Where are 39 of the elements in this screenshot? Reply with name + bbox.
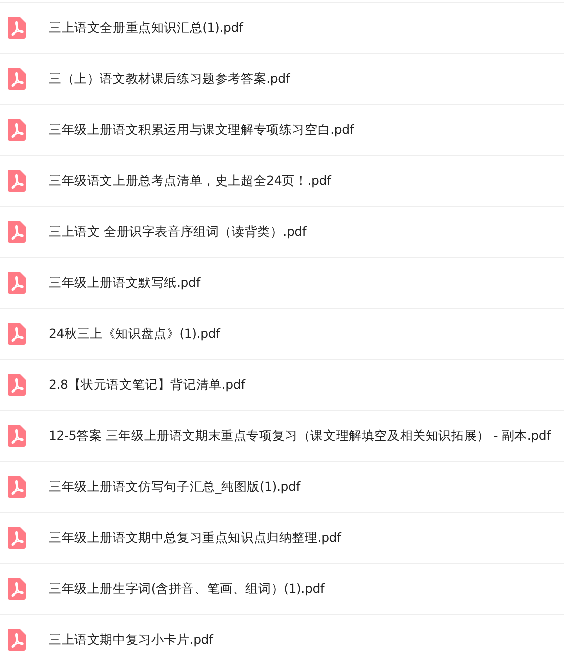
file-name: 12-5答案 三年级上册语文期末重点专项复习（课文理解填空及相关知识拓展） - 副本.pdf xyxy=(49,428,551,444)
file-name: 三上语文期中复习小卡片.pdf xyxy=(49,632,214,648)
file-row[interactable]: 三上语文 全册识字表音序组词（读背类）.pdf xyxy=(0,206,564,257)
file-row[interactable]: 三年级上册生字词(含拼音、笔画、组词）(1).pdf xyxy=(0,563,564,614)
file-row[interactable]: 24秋三上《知识盘点》(1).pdf xyxy=(0,308,564,359)
file-row[interactable]: 三年级语文上册总考点清单，史上超全24页！.pdf xyxy=(0,155,564,206)
file-row[interactable]: 三年级上册语文积累运用与课文理解专项练习空白.pdf xyxy=(0,104,564,155)
pdf-file-icon xyxy=(8,119,26,141)
file-row[interactable]: 三上语文全册重点知识汇总(1).pdf xyxy=(0,2,564,53)
pdf-file-icon xyxy=(8,17,26,39)
pdf-file-icon xyxy=(8,425,26,447)
file-name: 2.8【状元语文笔记】背记清单.pdf xyxy=(49,376,246,394)
pdf-file-icon xyxy=(8,323,26,345)
pdf-file-icon xyxy=(8,170,26,192)
file-name: 三年级上册生字词(含拼音、笔画、组词）(1).pdf xyxy=(49,580,325,598)
file-name: 三年级上册语文默写纸.pdf xyxy=(49,274,200,292)
file-row[interactable]: 三（上）语文教材课后练习题参考答案.pdf xyxy=(0,53,564,104)
file-name: 三年级上册语文积累运用与课文理解专项练习空白.pdf xyxy=(49,122,354,138)
pdf-file-icon xyxy=(8,374,26,396)
file-name: 三年级上册语文期中总复习重点知识点归纳整理.pdf xyxy=(49,530,342,546)
pdf-file-icon xyxy=(8,578,26,600)
file-name: 三（上）语文教材课后练习题参考答案.pdf xyxy=(49,70,290,88)
file-row[interactable]: 12-5答案 三年级上册语文期末重点专项复习（课文理解填空及相关知识拓展） - 副本.pdf xyxy=(0,410,564,461)
pdf-file-icon xyxy=(8,221,26,243)
pdf-file-icon xyxy=(8,476,26,498)
file-name: 三上语文全册重点知识汇总(1).pdf xyxy=(49,20,244,36)
file-name: 三年级语文上册总考点清单，史上超全24页！.pdf xyxy=(49,172,332,190)
file-name: 三年级上册语文仿写句子汇总_纯图版(1).pdf xyxy=(49,478,300,496)
pdf-file-icon xyxy=(8,68,26,90)
file-row[interactable]: 三年级上册语文仿写句子汇总_纯图版(1).pdf xyxy=(0,461,564,512)
pdf-file-icon xyxy=(8,272,26,294)
file-row[interactable]: 三年级上册语文期中总复习重点知识点归纳整理.pdf xyxy=(0,512,564,563)
file-row[interactable]: 三上语文期中复习小卡片.pdf xyxy=(0,614,564,661)
file-name: 24秋三上《知识盘点》(1).pdf xyxy=(49,326,220,342)
pdf-file-icon xyxy=(8,527,26,549)
file-row[interactable]: 三年级上册语文默写纸.pdf xyxy=(0,257,564,308)
pdf-file-icon xyxy=(8,629,26,651)
file-row[interactable]: 2.8【状元语文笔记】背记清单.pdf xyxy=(0,359,564,410)
file-name: 三上语文 全册识字表音序组词（读背类）.pdf xyxy=(49,224,307,240)
